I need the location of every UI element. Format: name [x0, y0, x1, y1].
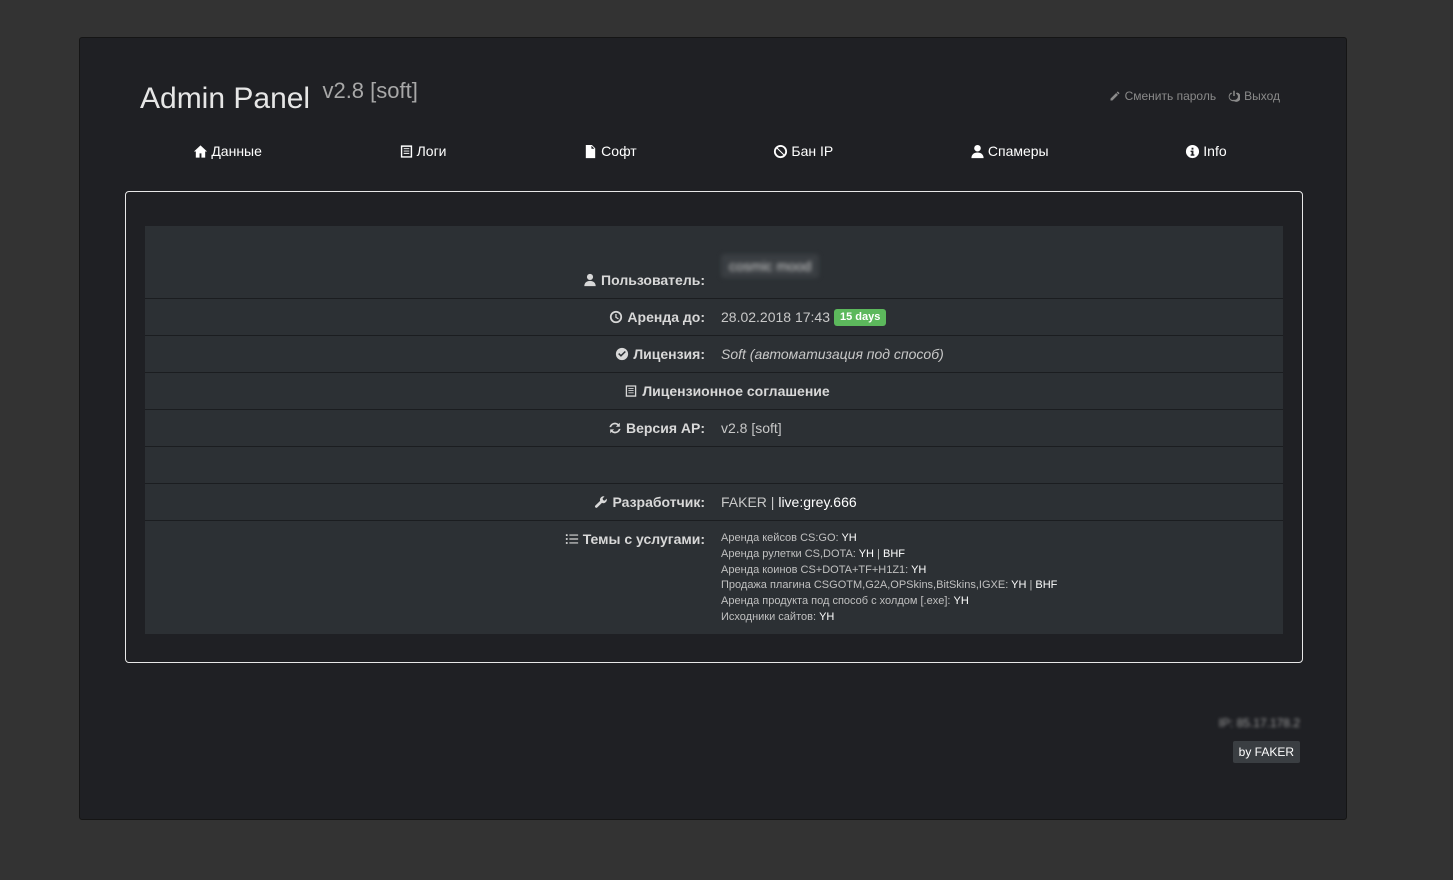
- row-developer: Разработчик: FAKER | live:grey.666: [145, 484, 1283, 521]
- nav-label: Логи: [416, 143, 447, 159]
- admin-panel: Admin Panel v2.8 [soft] Сменить пароль В…: [79, 37, 1347, 820]
- user-value: cosmic mood: [721, 254, 820, 278]
- rent-value: 28.02.2018 17:43: [721, 309, 830, 325]
- nav-label: Info: [1203, 143, 1227, 159]
- logout-label: Выход: [1244, 89, 1280, 103]
- list-bullets-icon: [565, 534, 578, 544]
- service-item: Продажа плагина CSGOTM,G2A,OPSkins,BitSk…: [721, 579, 1058, 592]
- service-link[interactable]: YH: [841, 532, 856, 544]
- row-agreement: Лицензионное соглашение: [145, 373, 1283, 410]
- service-link[interactable]: YH: [1011, 579, 1026, 591]
- service-text: Аренда коинов CS+DOTA+TF+H1Z1:: [721, 563, 912, 576]
- developer-name: FAKER: [721, 494, 767, 510]
- developer-separator: |: [766, 494, 779, 510]
- service-text: Исходники сайтов:: [721, 610, 820, 623]
- service-link[interactable]: BHF: [1035, 579, 1057, 591]
- nav-label: Данные: [211, 143, 262, 159]
- home-icon: [194, 144, 208, 158]
- title-version: v2.8 [soft]: [322, 78, 418, 103]
- nav-label: Софт: [601, 143, 637, 159]
- ban-icon: [774, 144, 788, 158]
- services-list: Аренда кейсов CS:GO: YH Аренда рулетки C…: [715, 521, 1057, 634]
- rent-label: Аренда до:: [145, 309, 715, 325]
- license-label: Лицензия:: [145, 346, 715, 362]
- developer-value-cell: FAKER | live:grey.666: [715, 494, 857, 510]
- service-text: Аренда кейсов CS:GO:: [721, 532, 842, 544]
- nav-item-logs[interactable]: Логи: [399, 138, 447, 164]
- service-link[interactable]: BHF: [883, 548, 905, 560]
- nav-item-soft[interactable]: Софт: [583, 138, 637, 164]
- logout-link[interactable]: Выход: [1228, 89, 1280, 103]
- row-license: Лицензия: Soft (автоматизация под способ…: [145, 336, 1283, 373]
- check-circle-icon: [616, 347, 629, 361]
- rent-label-text: Аренда до:: [627, 309, 705, 325]
- refresh-icon: [609, 422, 621, 434]
- power-icon: [1228, 90, 1241, 102]
- service-link[interactable]: YH: [954, 595, 969, 607]
- user-value-cell: cosmic mood: [715, 254, 820, 278]
- user-label-text: Пользователь:: [601, 272, 705, 288]
- service-item: Аренда кейсов CS:GO: YH: [721, 531, 1057, 547]
- service-item: Аренда рулетки CS,DOTA: YH | BHF: [721, 547, 905, 560]
- row-ap-version: Версия AP: v2.8 [soft]: [145, 410, 1283, 447]
- nav-label: Бан IP: [791, 143, 834, 159]
- nav-item-info[interactable]: Info: [1185, 138, 1227, 164]
- rent-value-cell: 28.02.2018 17:43 15 days: [715, 308, 887, 326]
- agreement-label: Лицензионное соглашение: [642, 383, 830, 399]
- service-link[interactable]: YH: [819, 611, 834, 623]
- nav-item-ban-ip[interactable]: Бан IP: [773, 138, 833, 164]
- user-icon: [584, 273, 596, 287]
- license-value: Soft (автоматизация под способ): [721, 346, 944, 362]
- agreement-link[interactable]: Лицензионное соглашение: [624, 383, 830, 399]
- info-box: Пользователь: cosmic mood Аренда до: 28.…: [125, 191, 1303, 663]
- ap-version-label-text: Версия AP:: [625, 420, 705, 436]
- developer-label-text: Разработчик:: [612, 494, 705, 510]
- row-empty: [145, 447, 1283, 484]
- user-label: Пользователь:: [145, 272, 715, 288]
- pencil-icon: [1110, 91, 1120, 101]
- nav-item-spammers[interactable]: Спамеры: [970, 138, 1049, 164]
- file-icon: [585, 144, 596, 158]
- nav-item-data[interactable]: Данные: [193, 138, 262, 164]
- list-icon: [400, 144, 412, 158]
- change-password-link[interactable]: Сменить пароль: [1109, 89, 1217, 103]
- user-icon: [971, 144, 984, 158]
- change-password-label: Сменить пароль: [1124, 89, 1217, 103]
- list-icon: [626, 385, 637, 397]
- service-text: Аренда рулетки CS,DOTA:: [721, 547, 859, 560]
- developer-contact: live:grey.666: [778, 494, 857, 510]
- services-label: Темы с услугами:: [145, 521, 715, 547]
- client-ip: IP: 85.17.178.2: [1218, 716, 1300, 730]
- info-table: Пользователь: cosmic mood Аренда до: 28.…: [145, 226, 1283, 634]
- services-label-text: Темы с услугами:: [582, 531, 705, 547]
- row-user: Пользователь: cosmic mood: [145, 226, 1283, 299]
- service-link[interactable]: YH: [859, 548, 874, 560]
- title-text: Admin Panel: [140, 82, 311, 115]
- top-links: Сменить пароль Выход: [1109, 89, 1280, 103]
- service-item: Исходники сайтов: YH: [721, 610, 1057, 626]
- service-item: Аренда коинов CS+DOTA+TF+H1Z1: YH: [721, 563, 1057, 579]
- service-item: Аренда продукта под способ с холдом [.ex…: [721, 594, 1057, 610]
- clock-icon: [610, 310, 623, 324]
- service-text: Продажа плагина CSGOTM,G2A,OPSkins,BitSk…: [721, 579, 1012, 592]
- days-badge: 15 days: [834, 308, 887, 326]
- row-services: Темы с услугами: Аренда кейсов CS:GO: YH…: [145, 521, 1283, 634]
- page-title: Admin Panel v2.8 [soft]: [140, 78, 418, 116]
- info-icon: [1186, 144, 1200, 158]
- row-rent: Аренда до: 28.02.2018 17:43 15 days: [145, 299, 1283, 336]
- service-link[interactable]: YH: [911, 564, 926, 576]
- main-nav: Данные Логи Софт Бан IP Спамеры Info: [125, 138, 1295, 164]
- nav-label: Спамеры: [987, 143, 1049, 159]
- service-text: Аренда продукта под способ с холдом [.ex…: [721, 595, 954, 608]
- license-label-text: Лицензия:: [633, 346, 705, 362]
- ap-version-value: v2.8 [soft]: [721, 420, 782, 436]
- ap-version-label: Версия AP:: [145, 420, 715, 436]
- wrench-icon: [595, 496, 608, 508]
- author-badge[interactable]: by FAKER: [1232, 741, 1300, 763]
- developer-label: Разработчик:: [145, 494, 715, 510]
